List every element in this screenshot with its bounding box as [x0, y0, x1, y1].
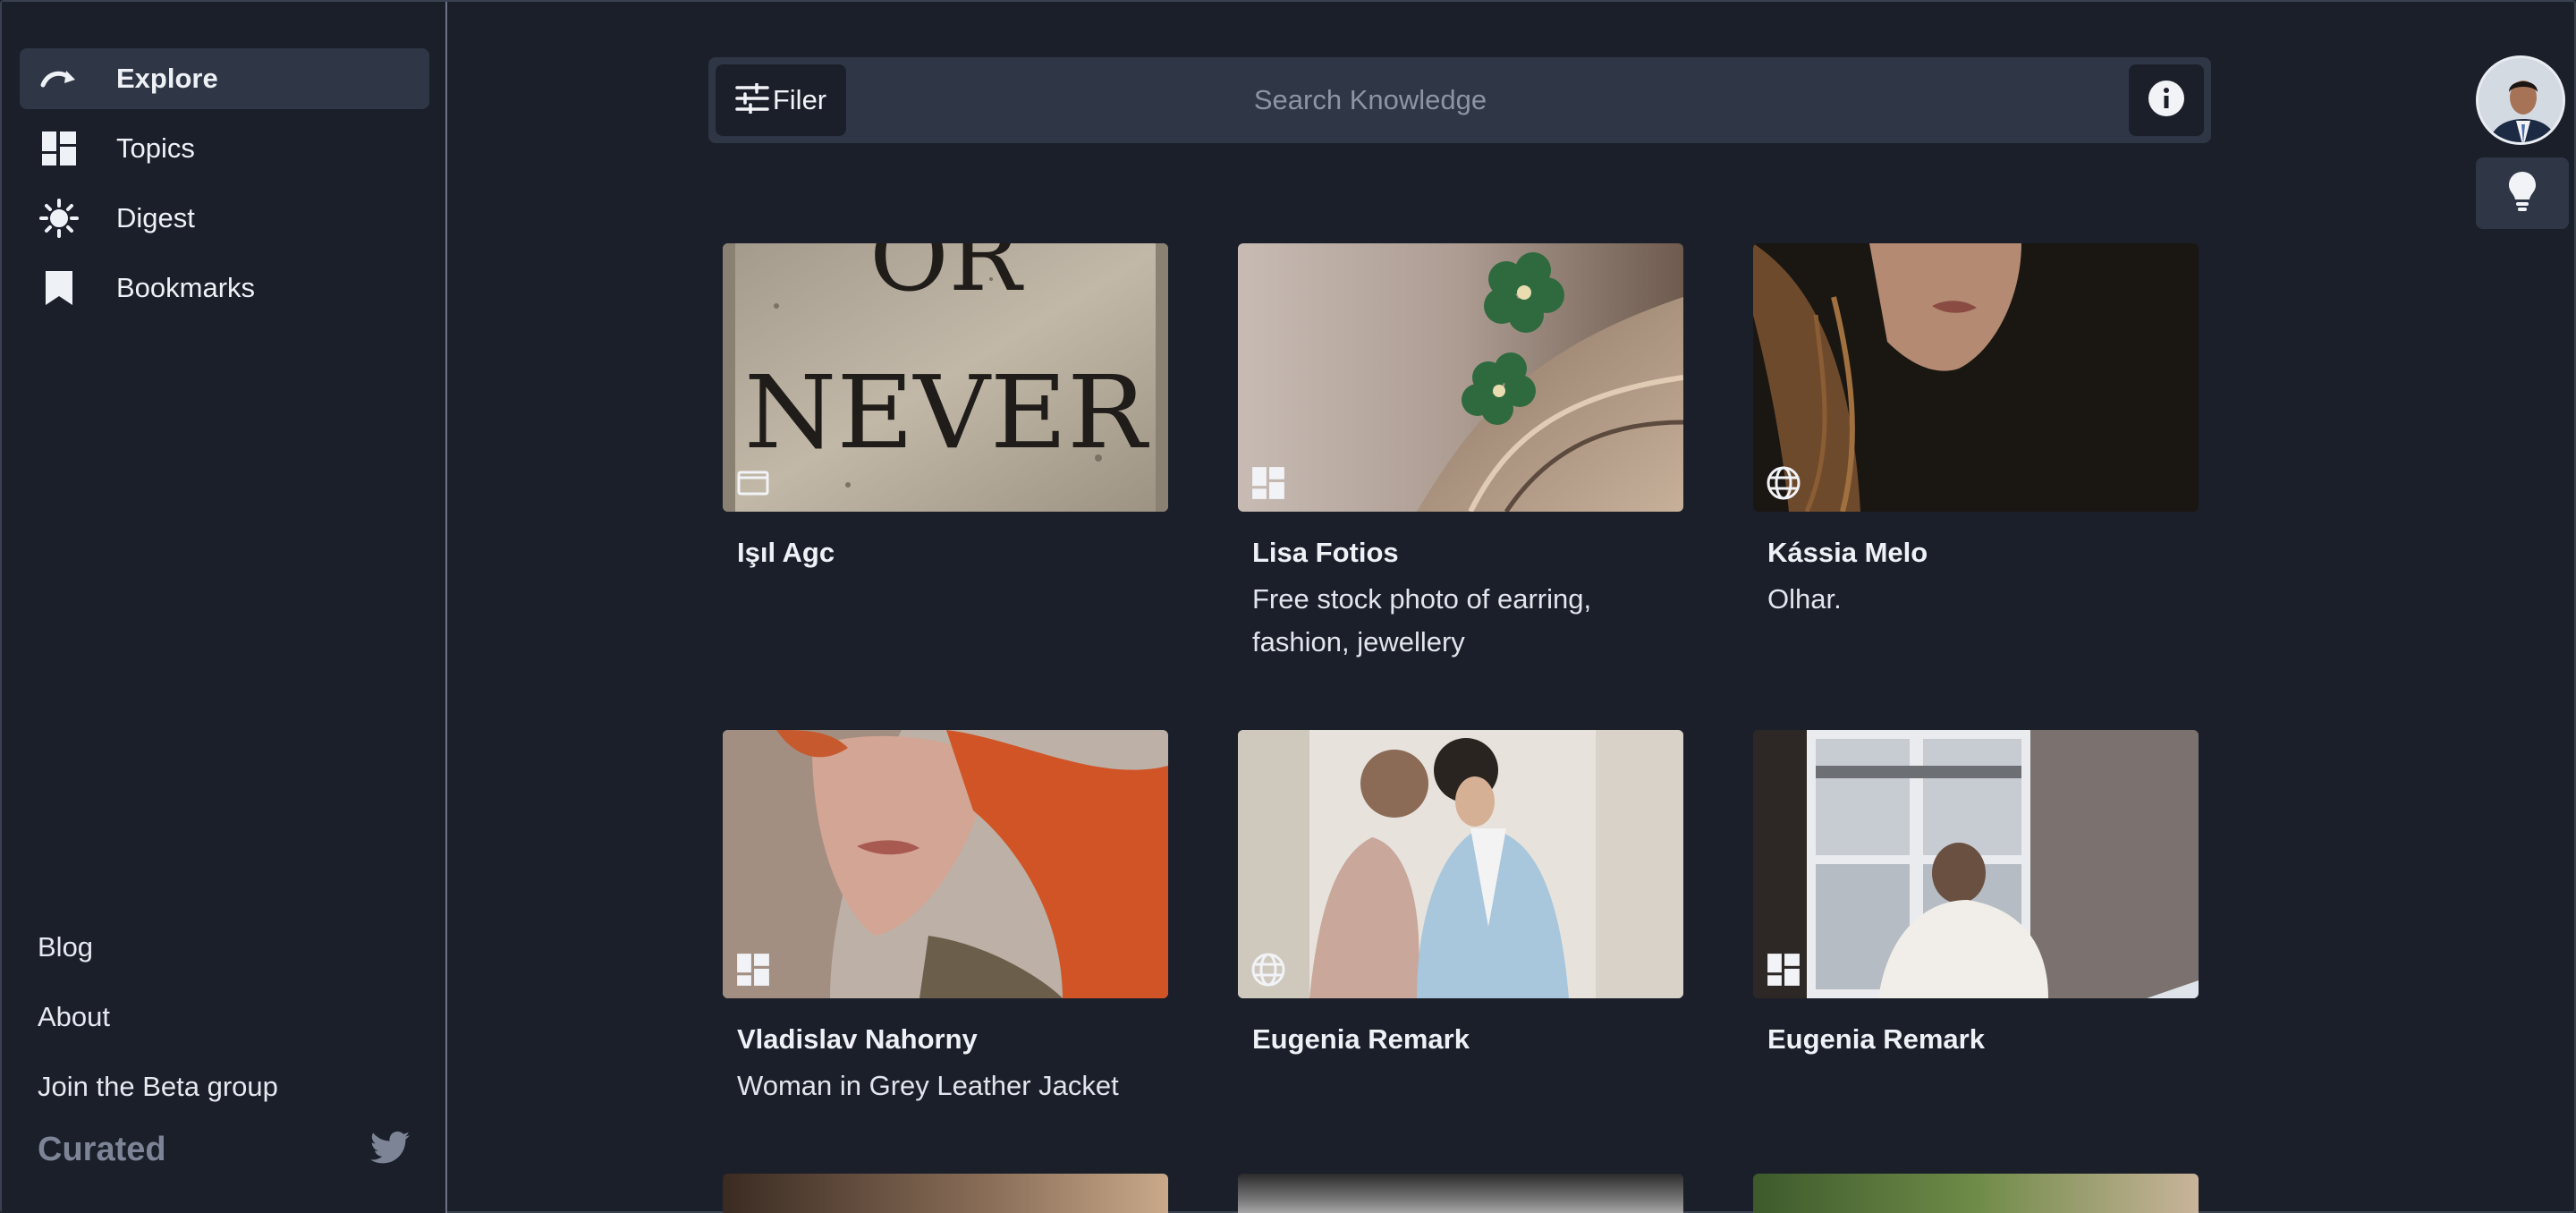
topics-icon — [1766, 952, 1801, 988]
bookmark-icon — [32, 261, 86, 315]
sidebar-nav: Explore Topics Digest Bookmarks — [20, 48, 429, 327]
sidebar-item-topics[interactable]: Topics — [20, 118, 429, 179]
lightbulb-icon — [2509, 171, 2536, 216]
card-thumbnail — [1238, 730, 1683, 998]
lightbulb-button[interactable] — [2476, 157, 2569, 229]
globe-icon — [1766, 465, 1801, 501]
filter-label: Filer — [772, 84, 827, 115]
card-thumbnail — [723, 730, 1168, 998]
card-title: Eugenia Remark — [1767, 1023, 1985, 1055]
globe-icon — [1250, 952, 1286, 988]
card-description: Olhar. — [1767, 583, 1842, 615]
sidebar-item-digest[interactable]: Digest — [20, 188, 429, 249]
card-title: Eugenia Remark — [1252, 1023, 1470, 1055]
blog-link[interactable]: Blog — [38, 923, 278, 993]
result-card[interactable]: Eugenia Remark — [1753, 730, 2199, 1056]
sun-icon — [32, 191, 86, 245]
filter-button[interactable]: Filer — [716, 64, 846, 136]
card-title: Kássia Melo — [1767, 537, 1928, 568]
brand-logo: Curated — [38, 1131, 166, 1168]
sidebar-item-bookmarks[interactable]: Bookmarks — [20, 258, 429, 318]
image-text-line2: NEVER — [744, 355, 1150, 471]
card-title: Işıl Agc — [737, 537, 835, 568]
card-description: Free stock photo of earring, fashion, je… — [1252, 583, 1592, 657]
sidebar-footer-links: Blog About Join the Beta group — [38, 923, 278, 1132]
twitter-icon[interactable] — [370, 1131, 410, 1166]
topics-icon — [1250, 465, 1286, 501]
window-icon — [735, 465, 771, 501]
avatar[interactable] — [2476, 55, 2565, 145]
explore-icon — [32, 52, 86, 106]
about-link[interactable]: About — [38, 993, 278, 1063]
search-bar: Filer — [708, 57, 2211, 143]
sidebar-item-explore[interactable]: Explore — [20, 48, 429, 109]
result-card[interactable]: Eugenia Remark — [1238, 730, 1683, 1056]
sidebar: Explore Topics Digest Bookmarks Blog Abo… — [2, 2, 447, 1213]
sidebar-item-label: Explore — [116, 63, 218, 94]
card-thumbnail-partial[interactable] — [1238, 1174, 1683, 1213]
result-card[interactable]: Kássia Melo Olhar. — [1753, 243, 2199, 621]
topics-icon — [32, 122, 86, 175]
topics-icon — [735, 952, 771, 988]
card-thumbnail — [1753, 730, 2199, 998]
sidebar-item-label: Topics — [116, 132, 195, 164]
search-input[interactable] — [860, 68, 1880, 132]
info-icon — [2148, 80, 2185, 122]
card-thumbnail-partial[interactable] — [1753, 1174, 2199, 1213]
card-thumbnail — [1238, 243, 1683, 512]
image-text-line1: OR — [869, 243, 1024, 313]
card-description: Woman in Grey Leather Jacket — [737, 1070, 1119, 1101]
sidebar-item-label: Digest — [116, 202, 195, 233]
app-window: Explore Topics Digest Bookmarks Blog Abo… — [0, 0, 2576, 1213]
card-thumbnail: OR NEVER — [723, 243, 1168, 512]
card-title: Lisa Fotios — [1252, 537, 1399, 568]
card-thumbnail-partial[interactable] — [723, 1174, 1168, 1213]
result-card[interactable]: Lisa Fotios Free stock photo of earring,… — [1238, 243, 1683, 664]
card-title: Vladislav Nahorny — [737, 1023, 978, 1055]
card-thumbnail — [1753, 243, 2199, 512]
join-beta-link[interactable]: Join the Beta group — [38, 1063, 278, 1132]
result-card[interactable]: OR NEVER Işıl Agc — [723, 243, 1168, 569]
info-button[interactable] — [2129, 64, 2204, 136]
result-card[interactable]: Vladislav Nahorny Woman in Grey Leather … — [723, 730, 1168, 1107]
sliders-icon — [735, 81, 769, 118]
sidebar-item-label: Bookmarks — [116, 272, 256, 303]
